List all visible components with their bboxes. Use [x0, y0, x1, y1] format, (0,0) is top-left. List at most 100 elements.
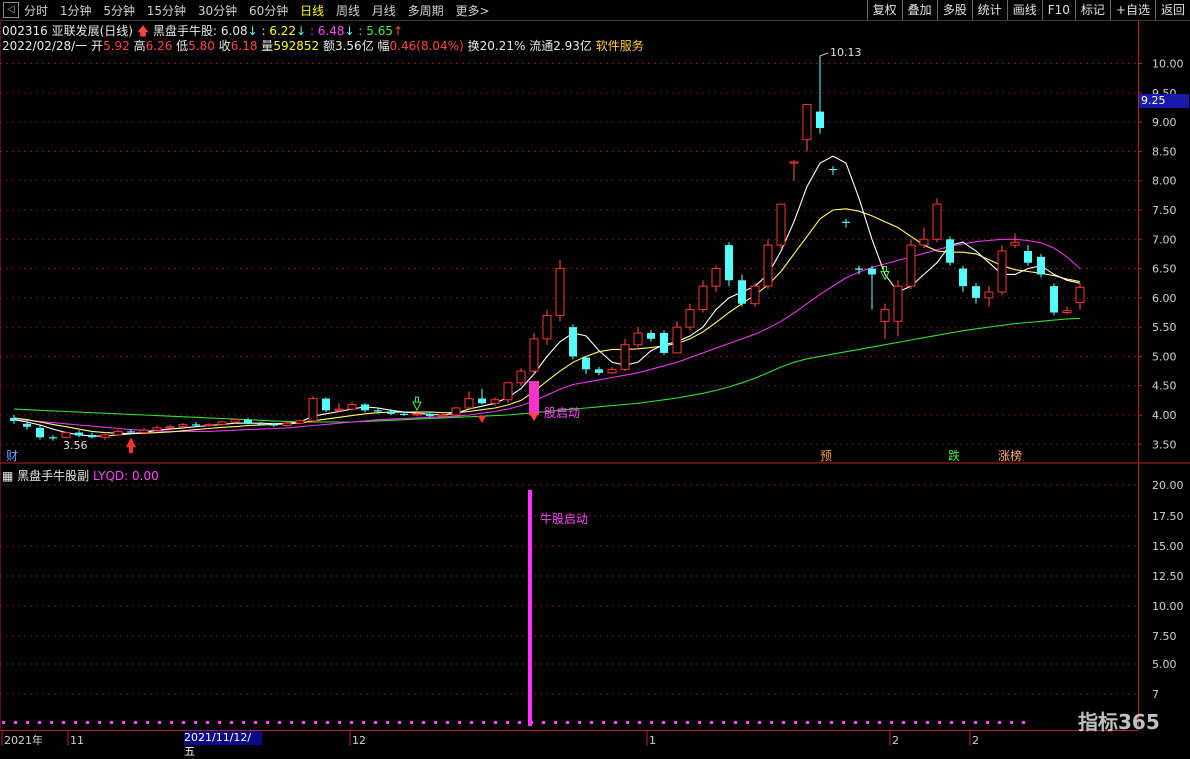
candle-body-up [139, 429, 149, 434]
candle-body-up [230, 419, 240, 423]
sub-baseline-dot [962, 721, 965, 724]
sub-baseline-dot [146, 721, 149, 724]
sub-baseline-dot [710, 721, 713, 724]
candle-body-down [738, 280, 746, 304]
watermark-logo: 指标365 [1078, 710, 1160, 734]
sub-baseline-dot [242, 721, 245, 724]
sub-baseline-dot [494, 721, 497, 724]
candle-body-up [711, 268, 721, 287]
sub-baseline-dot [698, 721, 701, 724]
sub-baseline-dot [758, 721, 761, 724]
kline-chart[interactable]: 10.009.509.008.508.007.507.006.506.005.5… [0, 0, 1190, 750]
candle-body-up [672, 326, 682, 354]
sub-baseline-dot [866, 721, 869, 724]
current-price-badge: 9.25 [1139, 94, 1189, 108]
sub-baseline-dot [290, 721, 293, 724]
candle-body-up [100, 434, 110, 438]
sub-baseline-dot [446, 721, 449, 724]
signal-candle [529, 381, 539, 415]
sub-baseline-dot [74, 721, 77, 724]
candle-body-up [542, 314, 552, 340]
sub-baseline-dot [566, 721, 569, 724]
sub-baseline-dot [794, 721, 797, 724]
sub-baseline-dot [266, 721, 269, 724]
date-cursor-badge: 2021/11/12/五 [184, 731, 262, 758]
candle-body-down [322, 398, 330, 411]
candle-body-up [906, 244, 916, 287]
candle-body-down [569, 327, 577, 357]
sub-baseline-dot [830, 721, 833, 724]
sub-baseline-dot [662, 721, 665, 724]
sub-baseline-dot [206, 721, 209, 724]
candle-body-down [946, 239, 954, 263]
candle-body-up [334, 408, 344, 411]
sub-baseline-dot [854, 721, 857, 724]
sub-baseline-dot [422, 721, 425, 724]
candle-body-down [829, 169, 837, 171]
candle-body-up [152, 427, 162, 431]
candle-body-down [595, 369, 603, 373]
sub-baseline-dot [734, 721, 737, 724]
candle-body-down [374, 410, 382, 412]
sub-baseline-dot [182, 721, 185, 724]
candle-body-up [750, 285, 760, 305]
sub-baseline-dot [470, 721, 473, 724]
sub-baseline-dot [806, 721, 809, 724]
sub-baseline-dot [518, 721, 521, 724]
candle-body-up [633, 332, 643, 346]
sub-baseline-dot [482, 721, 485, 724]
sub-baseline-dot [134, 721, 137, 724]
candle-body-down [361, 404, 369, 411]
candle-body-up [607, 368, 617, 374]
sub-baseline-dot [842, 721, 845, 724]
sub-baseline-dot [2, 721, 5, 724]
sub-baseline-dot [650, 721, 653, 724]
candle-body-down [478, 398, 486, 404]
sub-indicator-name: 黑盘手牛股副 [17, 469, 90, 483]
candle-body-down [257, 423, 265, 425]
sub-baseline-dot [782, 721, 785, 724]
sub-baseline-dot [338, 721, 341, 724]
candle-body-up [438, 414, 448, 417]
sub-baseline-dot [374, 721, 377, 724]
sub-baseline-dot [158, 721, 161, 724]
sub-baseline-dot [386, 721, 389, 724]
candle-body-up [503, 382, 513, 401]
candle-body-up [1075, 286, 1085, 304]
candle-body-down [842, 221, 850, 223]
candle-body-down [1050, 286, 1058, 313]
sub-baseline-dot [458, 721, 461, 724]
candle-body-up [932, 203, 942, 240]
candle-body-up [282, 422, 292, 427]
sub-baseline-dot [578, 721, 581, 724]
sub-baseline-dot [254, 721, 257, 724]
candle-body-up [347, 403, 357, 410]
candle-body-down [725, 245, 733, 281]
badge-die: 跌 [948, 448, 960, 463]
candle-body-down [660, 333, 668, 353]
date-axis [0, 730, 1138, 751]
candle-body-down [75, 432, 83, 436]
candle-body-down [387, 411, 395, 414]
max-price-label: 10.13 [830, 46, 862, 59]
candle-body-down [244, 419, 252, 424]
candle-body-up [165, 426, 175, 429]
candle-body-up [295, 420, 305, 424]
signal-label: 股启动 [544, 406, 580, 420]
candle-body-down [10, 417, 18, 421]
sub-baseline-dot [86, 721, 89, 724]
candle-body-up [1062, 310, 1072, 314]
candle-body-up [789, 161, 799, 164]
sub-baseline-dot [194, 721, 197, 724]
sub-baseline-dot [38, 721, 41, 724]
candle-body-down [49, 437, 57, 439]
candle-body-up [776, 203, 786, 246]
sub-baseline-dot [314, 721, 317, 724]
sub-baseline-dot [14, 721, 17, 724]
candle-body-up [555, 268, 565, 316]
badge-yu: 预 [820, 449, 832, 463]
lyqd-label: LYQD: [93, 469, 129, 483]
sub-baseline-dot [626, 721, 629, 724]
sub-baseline-dot [986, 721, 989, 724]
min-price-label: 3.56 [63, 439, 88, 452]
